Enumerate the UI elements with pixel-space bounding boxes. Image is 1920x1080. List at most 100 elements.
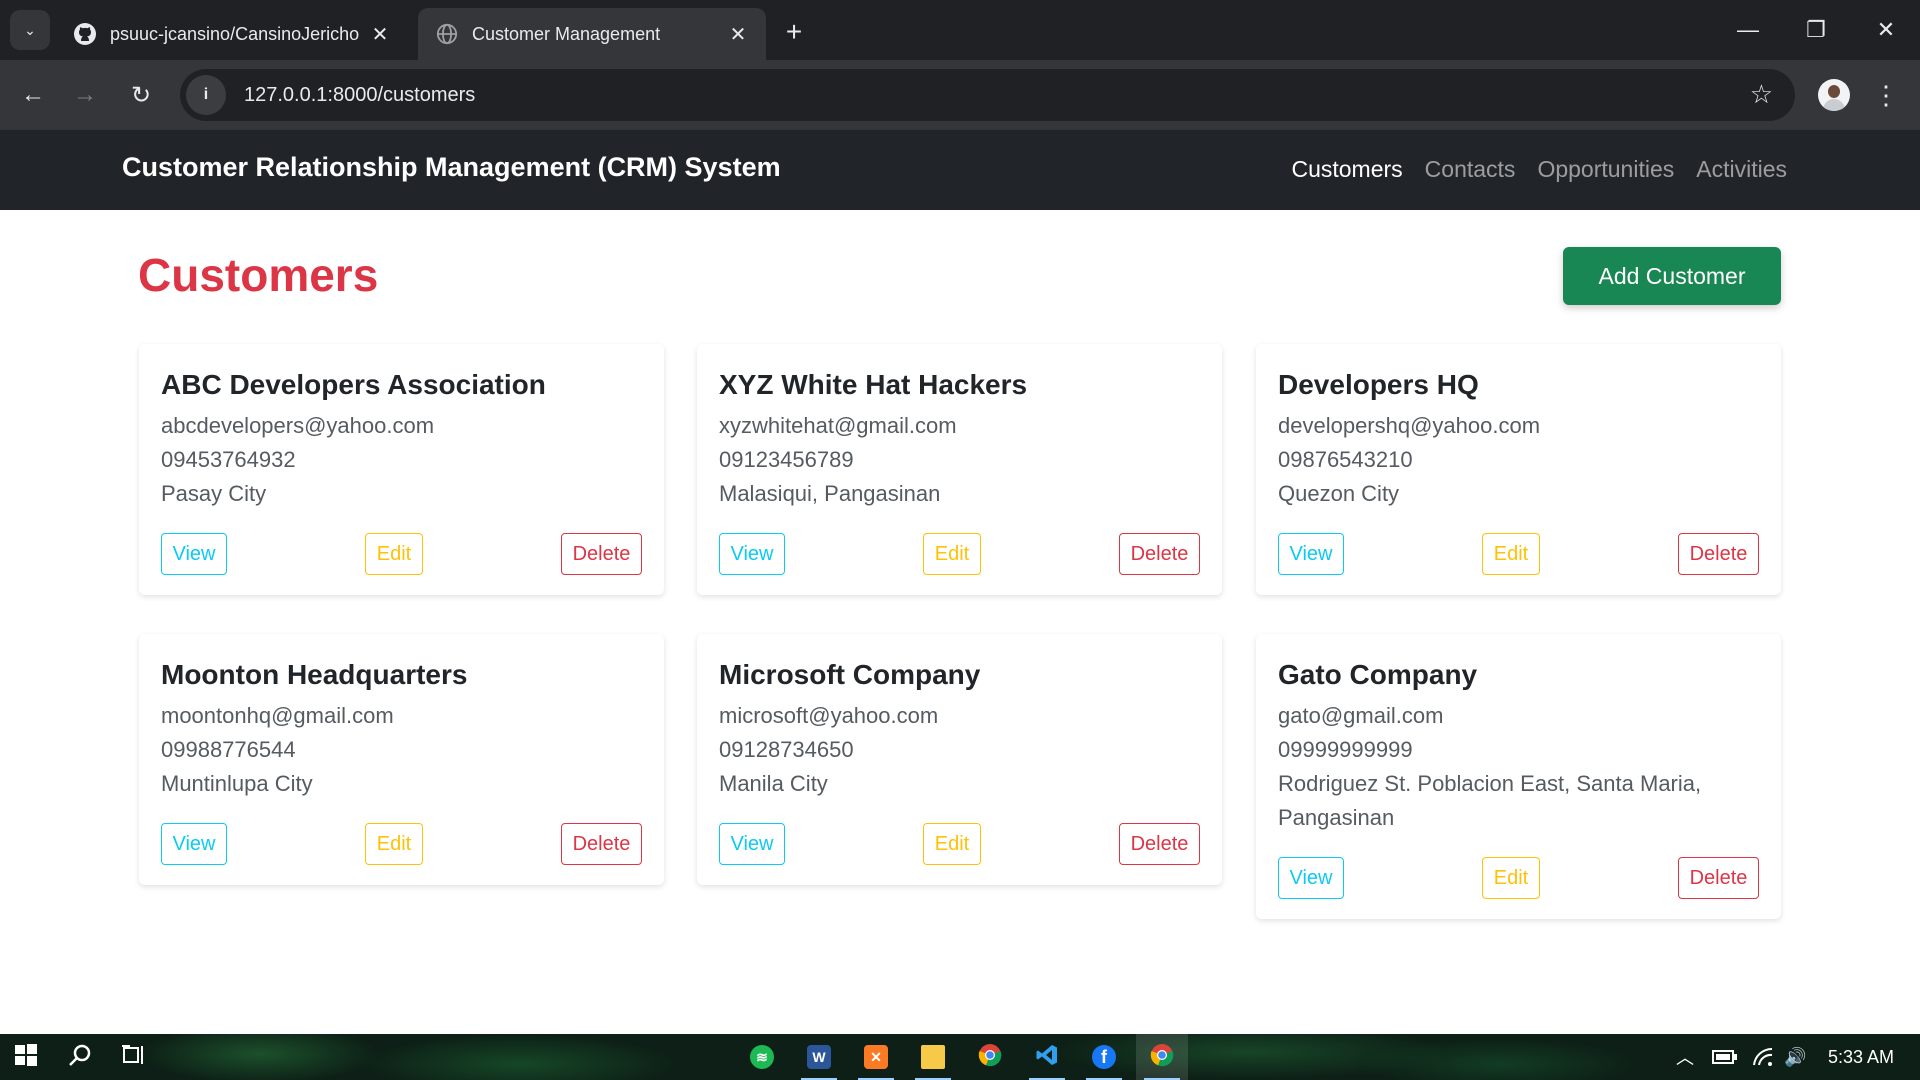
delete-button[interactable]: Delete [561,823,642,865]
customer-address: Muntinlupa City [161,771,313,796]
customer-phone: 09453764932 [161,447,296,472]
chevron-up-icon[interactable]: ︿ [1676,1034,1694,1080]
battery-icon[interactable] [1712,1034,1738,1080]
card-actions: View Edit Delete [719,533,1200,575]
taskbar-facebook[interactable]: f [1080,1034,1128,1080]
nav-link-contacts[interactable]: Contacts [1425,156,1516,183]
edit-button[interactable]: Edit [1482,533,1540,575]
browser-tab-github[interactable]: psuuc-jcansino/CansinoJericho ✕ [56,8,408,60]
profile-avatar[interactable] [1818,79,1850,111]
view-button[interactable]: View [1278,533,1344,575]
restore-button[interactable]: ❐ [1788,8,1844,52]
arrow-right-icon: → [73,81,97,108]
card-actions: View Edit Delete [1278,533,1759,575]
customer-card: XYZ White Hat Hackers xyzwhitehat@gmail.… [697,344,1222,595]
delete-button[interactable]: Delete [1678,533,1759,575]
windows-logo-icon [14,1043,38,1072]
taskbar-chrome-active[interactable] [1136,1034,1188,1080]
customer-phone: 09876543210 [1278,447,1413,472]
customer-address: Pasay City [161,481,267,506]
app-brand[interactable]: Customer Relationship Management (CRM) S… [122,152,781,183]
customer-address: Malasiqui, Pangasinan [719,481,941,506]
page-title: Customers [138,249,379,301]
customer-email: xyzwhitehat@gmail.com [719,413,957,438]
edit-button[interactable]: Edit [365,533,423,575]
add-customer-button[interactable]: Add Customer [1563,247,1781,305]
view-button[interactable]: View [719,823,785,865]
customer-address: Quezon City [1278,481,1400,506]
close-window-button[interactable]: ✕ [1858,8,1914,52]
taskbar-file-explorer[interactable] [909,1034,957,1080]
task-view-button[interactable] [110,1034,158,1080]
customer-phone: 09128734650 [719,737,854,762]
github-icon [72,21,98,47]
url-text[interactable]: 127.0.0.1:8000/customers [244,84,475,107]
taskbar-clock[interactable]: 5:33 AM [1828,1047,1894,1068]
arrow-left-icon: ← [21,81,45,108]
view-button[interactable]: View [161,533,227,575]
customer-name: Moonton Headquarters [161,659,468,690]
chrome-icon [978,1043,1002,1072]
delete-button[interactable]: Delete [1119,823,1200,865]
minimize-icon: — [1737,17,1759,42]
facebook-icon: f [1092,1045,1116,1069]
view-button[interactable]: View [719,533,785,575]
wifi-icon[interactable] [1752,1034,1774,1080]
minimize-button[interactable]: — [1720,8,1776,52]
taskbar-chrome[interactable] [966,1034,1014,1080]
customer-name: Developers HQ [1278,369,1479,400]
edit-button[interactable]: Edit [923,823,981,865]
app-navbar: Customer Relationship Management (CRM) S… [0,130,1920,210]
customer-name: Microsoft Company [719,659,981,690]
customer-name: ABC Developers Association [161,369,546,400]
customer-card: Gato Company gato@gmail.com 09999999999 … [1256,634,1781,919]
tab-search-button[interactable]: ⌄ [10,10,50,50]
file-explorer-icon [921,1045,945,1069]
customer-address-line-2: Pangasinan [1278,805,1395,830]
volume-icon[interactable]: 🔊 [1784,1034,1806,1080]
view-button[interactable]: View [161,823,227,865]
reload-button[interactable]: ↻ [120,74,162,116]
tab-title: psuuc-jcansino/CansinoJericho [110,23,360,44]
taskbar-spotify[interactable]: ≋ [738,1034,786,1080]
delete-button[interactable]: Delete [1119,533,1200,575]
taskbar-search-button[interactable] [56,1034,104,1080]
xampp-icon: ✕ [864,1045,888,1069]
forward-button[interactable]: → [64,74,106,116]
view-button[interactable]: View [1278,857,1344,899]
taskbar-xampp[interactable]: ✕ [852,1034,900,1080]
chrome-active-icon [1150,1043,1174,1072]
delete-button[interactable]: Delete [1678,857,1759,899]
browser-toolbar: ← → ↻ i 127.0.0.1:8000/customers ☆ ⋮ [0,60,1920,130]
card-actions: View Edit Delete [1278,857,1759,899]
chevron-down-icon: ⌄ [24,21,36,38]
customer-card: ABC Developers Association abcdevelopers… [139,344,664,595]
customer-address: Manila City [719,771,828,796]
browser-tab-customer-management[interactable]: Customer Management ✕ [418,8,766,60]
taskbar-vscode[interactable] [1023,1034,1071,1080]
site-info-icon[interactable]: i [186,75,226,115]
edit-button[interactable]: Edit [1482,857,1540,899]
browser-tab-bar: ⌄ psuuc-jcansino/CansinoJericho ✕ Custom… [0,0,1920,60]
close-tab-icon[interactable]: ✕ [726,22,750,46]
nav-link-activities[interactable]: Activities [1696,156,1787,183]
start-button[interactable] [2,1034,50,1080]
customer-address: Rodriguez St. Poblacion East, Santa Mari… [1278,771,1702,796]
nav-link-customers[interactable]: Customers [1291,156,1402,183]
new-tab-button[interactable]: + [776,14,812,50]
browser-menu-icon[interactable]: ⋮ [1872,76,1900,114]
back-button[interactable]: ← [12,74,54,116]
delete-button[interactable]: Delete [561,533,642,575]
close-tab-icon[interactable]: ✕ [368,22,392,46]
edit-button[interactable]: Edit [365,823,423,865]
customer-email: microsoft@yahoo.com [719,703,939,728]
address-bar[interactable]: i 127.0.0.1:8000/customers ☆ [180,69,1795,121]
edit-button[interactable]: Edit [923,533,981,575]
customer-email: gato@gmail.com [1278,703,1444,728]
customer-email: moontonhq@gmail.com [161,703,394,728]
taskbar-word[interactable]: W [795,1034,843,1080]
reload-icon: ↻ [130,81,152,109]
customer-card: Microsoft Company microsoft@yahoo.com 09… [697,634,1222,885]
bookmark-star-icon[interactable]: ☆ [1750,79,1773,110]
nav-link-opportunities[interactable]: Opportunities [1537,156,1674,183]
